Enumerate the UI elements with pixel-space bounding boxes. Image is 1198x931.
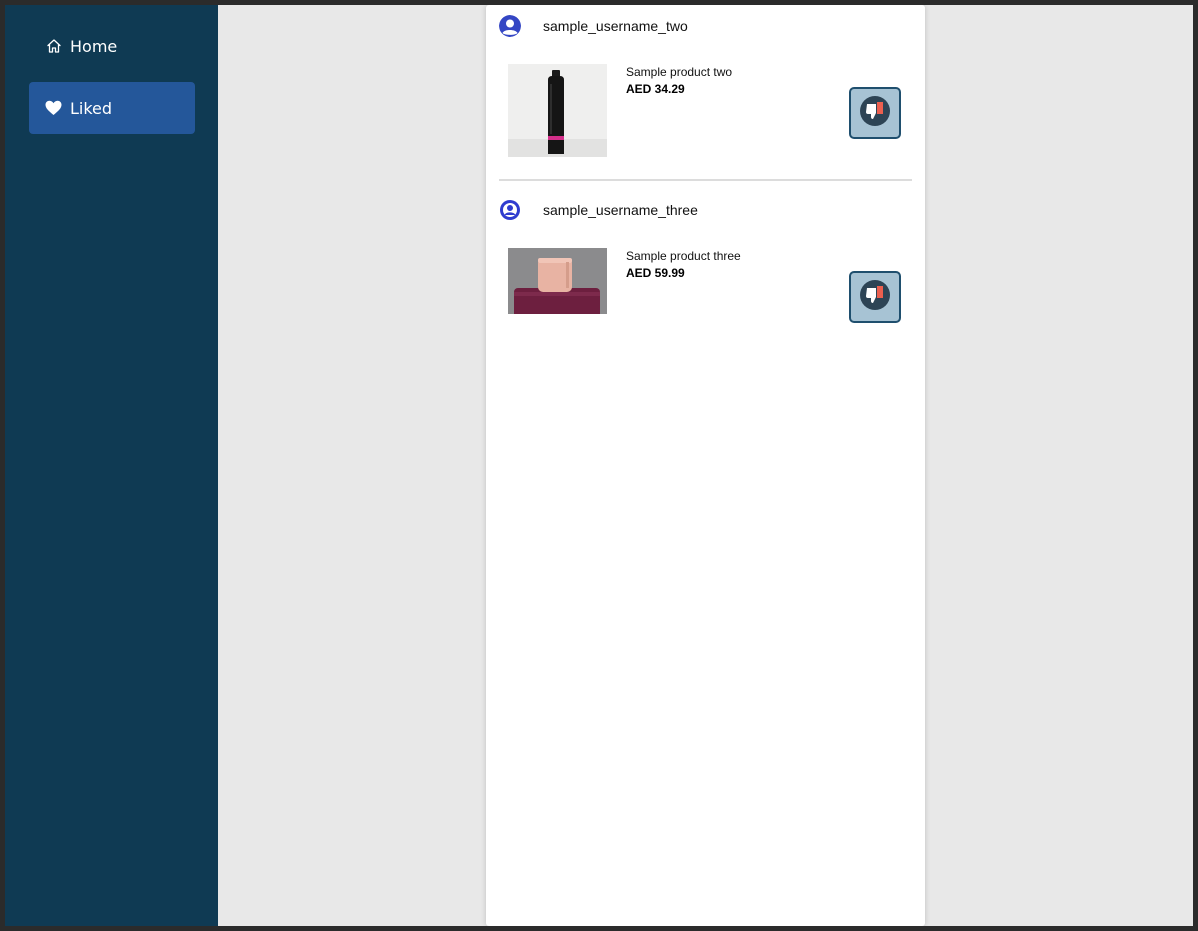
post-header: sample_username_two (499, 14, 688, 38)
thumbs-down-icon (859, 95, 891, 131)
sidebar-item-liked[interactable]: Liked (29, 82, 195, 134)
product-name[interactable]: Sample product three (626, 249, 741, 263)
product-info: Sample product two AED 34.29 (626, 65, 732, 96)
product-info: Sample product three AED 59.99 (626, 249, 741, 280)
product-image[interactable] (508, 64, 607, 157)
sidebar: Home Liked (5, 5, 218, 926)
liked-feed: sample_username_two Sample product two A… (486, 5, 925, 926)
username[interactable]: sample_username_three (543, 202, 698, 218)
sidebar-item-home[interactable]: Home (29, 20, 195, 72)
product-price: AED 59.99 (626, 266, 685, 280)
product-image[interactable] (508, 248, 607, 314)
app-window: Home Liked sample_username_two Sample pr… (5, 5, 1193, 926)
unlike-button[interactable] (849, 271, 901, 323)
user-avatar-icon[interactable] (499, 199, 521, 221)
sidebar-item-label: Home (70, 36, 118, 56)
heart-icon (45, 100, 62, 117)
product-price: AED 34.29 (626, 82, 685, 96)
post-header: sample_username_three (499, 198, 698, 222)
liked-post: sample_username_three Sample product thr… (486, 189, 925, 349)
home-icon (45, 38, 62, 55)
sidebar-item-label: Liked (70, 98, 113, 118)
thumbs-down-icon (859, 279, 891, 315)
username[interactable]: sample_username_two (543, 18, 688, 34)
product-name[interactable]: Sample product two (626, 65, 732, 79)
liked-post: sample_username_two Sample product two A… (486, 5, 925, 181)
unlike-button[interactable] (849, 87, 901, 139)
post-divider (499, 179, 912, 181)
user-avatar-icon[interactable] (499, 15, 521, 37)
